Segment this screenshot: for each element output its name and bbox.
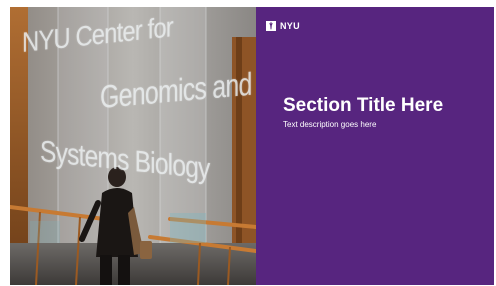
section-description: Text description goes here <box>283 120 377 129</box>
logo-text: NYU <box>280 21 300 31</box>
building-photo: NYU Center for Genomics and Systems Biol… <box>10 7 256 285</box>
slide: NYU Center for Genomics and Systems Biol… <box>10 7 494 285</box>
torch-icon <box>266 21 276 31</box>
nyu-logo: NYU <box>266 21 300 31</box>
title-panel: NYU Section Title Here Text description … <box>256 7 494 285</box>
section-title: Section Title Here <box>283 95 444 116</box>
